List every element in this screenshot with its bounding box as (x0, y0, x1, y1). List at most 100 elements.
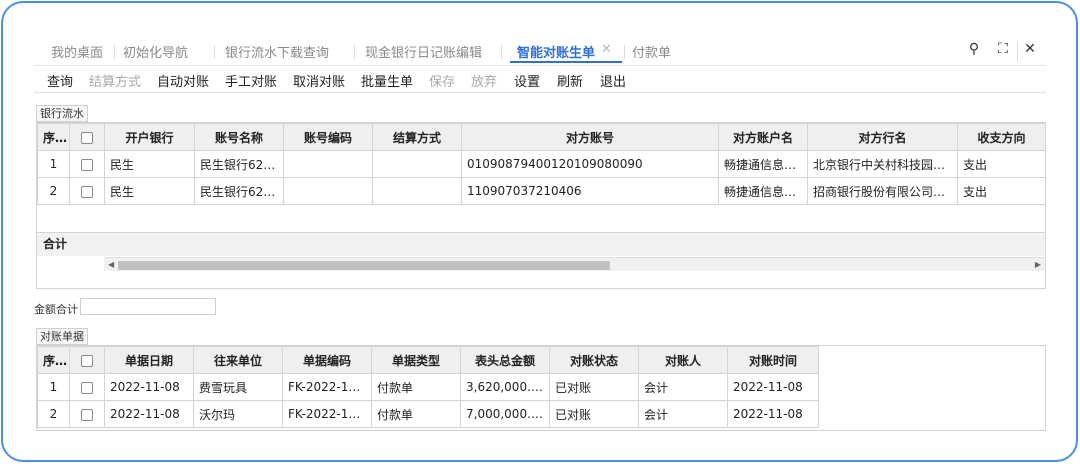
tab-payment-order[interactable]: 付款单 (632, 42, 671, 64)
settle-method-button[interactable]: 结算方式 (89, 71, 141, 90)
col-header-reconciler[interactable]: 对账人 (638, 346, 728, 374)
manual-reconcile-button[interactable]: 手工对账 (225, 71, 277, 90)
col-header-reconcile-status[interactable]: 对账状态 (549, 346, 639, 374)
col-header-select-all[interactable] (69, 123, 105, 151)
cell-partner[interactable]: 费雪玩具 (193, 373, 283, 401)
cell-doc-date[interactable]: 2022-11-08 (104, 373, 194, 401)
col-header-opp-account-name[interactable]: 对方账户名 (718, 123, 808, 151)
col-header-total-amount[interactable]: 表头总金额 (460, 346, 550, 374)
table-row[interactable]: 1 2022-11-08 费雪玩具 FK-2022-11-… 付款单 3,620… (37, 373, 819, 401)
cell-reconciler[interactable]: 会计 (638, 373, 728, 401)
scroll-right-icon[interactable]: ▶ (1035, 258, 1041, 272)
col-header-reconcile-time[interactable]: 对账时间 (727, 346, 819, 374)
table-row[interactable]: 2 2022-11-08 沃尔玛 FK-2022-11-… 付款单 7,000,… (37, 400, 819, 428)
cell-direction[interactable]: 支出 (957, 150, 1046, 178)
horizontal-scrollbar[interactable]: ◀ ▶ (104, 257, 1045, 271)
cell-doc-code[interactable]: FK-2022-11-… (282, 373, 372, 401)
col-header-direction[interactable]: 收支方向 (957, 123, 1046, 151)
cell-bank[interactable]: 民生 (104, 177, 195, 205)
scroll-left-icon[interactable]: ◀ (108, 258, 114, 272)
cell-opp-account[interactable]: 01090879400120109080090 (461, 150, 719, 178)
col-header-bank[interactable]: 开户银行 (104, 123, 195, 151)
cell-doc-date[interactable]: 2022-11-08 (104, 400, 194, 428)
cell-select[interactable] (69, 373, 105, 401)
active-tab-indicator (510, 61, 622, 63)
cell-reconcile-status[interactable]: 已对账 (549, 400, 639, 428)
expand-icon[interactable]: ⛶ (995, 41, 1011, 59)
col-header-seq[interactable]: 序号 (37, 346, 70, 374)
refresh-button[interactable]: 刷新 (557, 71, 583, 90)
cell-reconciler[interactable]: 会计 (638, 400, 728, 428)
tab-my-desktop[interactable]: 我的桌面 (51, 42, 103, 64)
cell-opp-account-name[interactable]: 畅捷通信息… (718, 177, 808, 205)
cell-seq: 1 (37, 373, 70, 401)
row-checkbox[interactable] (81, 158, 93, 171)
cell-bank[interactable]: 民生 (104, 150, 195, 178)
cell-total-amount[interactable]: 7,000,000.00 (460, 400, 550, 428)
cell-settle-method[interactable] (372, 177, 462, 205)
cell-opp-account[interactable]: 110907037210406 (461, 177, 719, 205)
col-header-seq[interactable]: 序号 (37, 123, 70, 151)
documents-panel-title[interactable]: 对账单据 (36, 328, 88, 345)
tab-separator (114, 45, 115, 59)
cell-doc-type[interactable]: 付款单 (371, 400, 461, 428)
select-all-checkbox[interactable] (81, 354, 93, 367)
search-icon[interactable]: ⚲ (966, 41, 982, 59)
cell-partner[interactable]: 沃尔玛 (193, 400, 283, 428)
window-control-separator (1017, 41, 1018, 61)
tab-separator (501, 45, 502, 59)
cell-reconcile-time[interactable]: 2022-11-08 (727, 373, 819, 401)
select-all-checkbox[interactable] (81, 131, 93, 144)
col-header-partner[interactable]: 往来单位 (193, 346, 283, 374)
cell-reconcile-time[interactable]: 2022-11-08 (727, 400, 819, 428)
bank-flow-panel-title[interactable]: 银行流水 (36, 105, 88, 122)
col-header-account-code[interactable]: 账号编码 (283, 123, 373, 151)
col-header-doc-code[interactable]: 单据编码 (282, 346, 372, 374)
cell-doc-type[interactable]: 付款单 (371, 373, 461, 401)
settings-button[interactable]: 设置 (514, 71, 540, 90)
exit-button[interactable]: 退出 (600, 71, 626, 90)
tab-init-guide[interactable]: 初始化导航 (123, 42, 188, 64)
tab-close-icon[interactable]: ✕ (601, 42, 612, 57)
discard-button[interactable]: 放弃 (471, 71, 497, 90)
cell-opp-bank-name[interactable]: 招商银行股份有限公司… (807, 177, 958, 205)
cell-select[interactable] (69, 400, 105, 428)
col-header-opp-bank-name[interactable]: 对方行名 (807, 123, 958, 151)
close-icon[interactable]: ✕ (1022, 41, 1038, 59)
cell-settle-method[interactable] (372, 150, 462, 178)
scrollbar-thumb[interactable] (118, 261, 610, 270)
col-header-settle-method[interactable]: 结算方式 (372, 123, 462, 151)
batch-generate-button[interactable]: 批量生单 (361, 71, 413, 90)
cell-account-code[interactable] (283, 177, 373, 205)
query-button[interactable]: 查询 (47, 71, 73, 90)
cell-select[interactable] (69, 177, 105, 205)
cancel-reconcile-button[interactable]: 取消对账 (293, 71, 345, 90)
col-header-account-name[interactable]: 账号名称 (194, 123, 284, 151)
row-checkbox[interactable] (81, 185, 93, 198)
cell-account-name[interactable]: 民生银行62… (194, 177, 284, 205)
col-header-doc-type[interactable]: 单据类型 (371, 346, 461, 374)
cell-opp-account-name[interactable]: 畅捷通信息… (718, 150, 808, 178)
auto-reconcile-button[interactable]: 自动对账 (157, 71, 209, 90)
table-row[interactable]: 2 民生 民生银行62… 110907037210406 畅捷通信息… 招商银行… (37, 177, 1046, 205)
row-checkbox[interactable] (81, 408, 93, 421)
cell-select[interactable] (69, 150, 105, 178)
tab-cash-journal-edit[interactable]: 现金银行日记账编辑 (365, 42, 482, 64)
tab-separator (354, 45, 355, 59)
tab-bank-download-query[interactable]: 银行流水下载查询 (225, 42, 329, 64)
col-header-select-all[interactable] (69, 346, 105, 374)
amount-total-field[interactable] (80, 298, 216, 315)
row-checkbox[interactable] (81, 381, 93, 394)
cell-opp-bank-name[interactable]: 北京银行中关村科技园… (807, 150, 958, 178)
col-header-opp-account[interactable]: 对方账号 (461, 123, 719, 151)
cell-reconcile-status[interactable]: 已对账 (549, 373, 639, 401)
col-header-doc-date[interactable]: 单据日期 (104, 346, 194, 374)
cell-direction[interactable]: 支出 (957, 177, 1046, 205)
save-button[interactable]: 保存 (429, 71, 455, 90)
cell-account-name[interactable]: 民生银行62… (194, 150, 284, 178)
table-row[interactable]: 1 民生 民生银行62… 01090879400120109080090 畅捷通… (37, 150, 1046, 178)
cell-doc-code[interactable]: FK-2022-11-… (282, 400, 372, 428)
amount-total-label: 金额合计 (34, 303, 78, 316)
cell-total-amount[interactable]: 3,620,000.00 (460, 373, 550, 401)
cell-account-code[interactable] (283, 150, 373, 178)
